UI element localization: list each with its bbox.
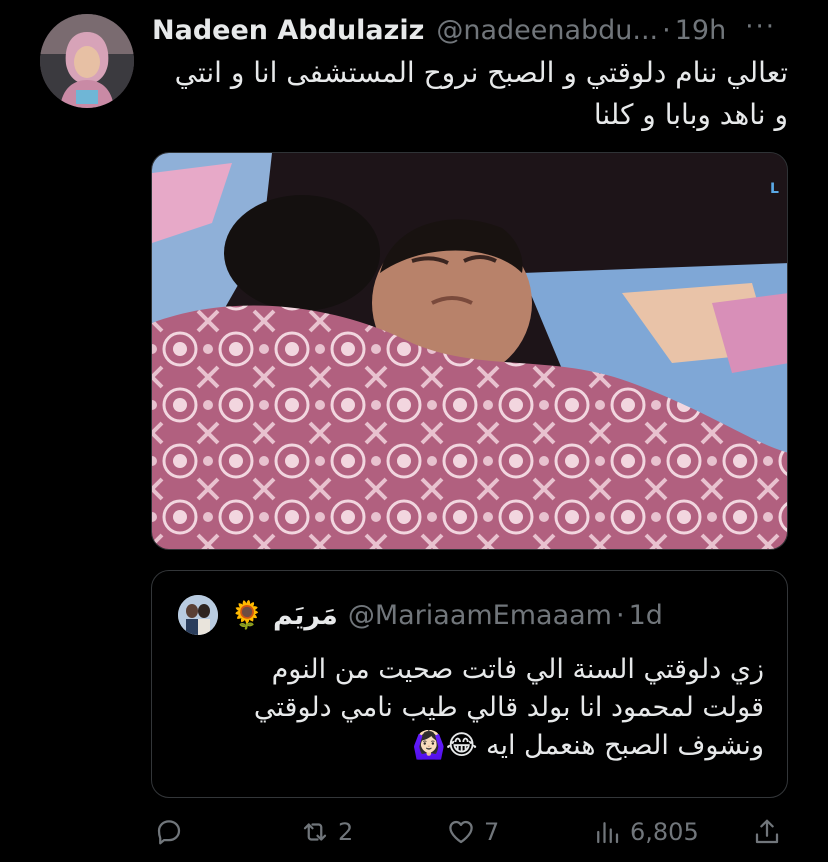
quoted-text-line: ونشوف الصبح هنعمل ايه 😂🙆🏻‍♀️ xyxy=(412,730,764,761)
quoted-tweet[interactable]: مَريَم 🌻 @MariaamEmaaam · 1d زي دلوقتي ا… xyxy=(151,570,788,798)
quoted-text-line: قولت لمحمود انا بولد قالي طيب نامي دلوقت… xyxy=(253,692,764,723)
media-image-svg: L xyxy=(152,153,787,549)
quoted-author-name[interactable]: مَريَم 🌻 xyxy=(230,599,338,631)
more-options-icon[interactable]: ··· xyxy=(745,12,776,42)
quoted-author-handle[interactable]: @MariaamEmaaam xyxy=(348,600,612,631)
tweet[interactable]: Nadeen Abdulaziz @nadeenabdu... · 19h ··… xyxy=(0,0,828,862)
retweet-count: 2 xyxy=(338,818,354,846)
tweet-text-line: و ناهد وبابا و كلنا xyxy=(593,98,788,131)
author-name[interactable]: Nadeen Abdulaziz xyxy=(152,15,424,46)
like-button[interactable]: 7 xyxy=(446,812,499,852)
author-avatar[interactable] xyxy=(40,14,134,108)
like-count: 7 xyxy=(484,818,500,846)
tweet-text-line: تعالي ننام دلوقتي و الصبح نروح المستشفى … xyxy=(174,56,788,89)
tweet-text: تعالي ننام دلوقتي و الصبح نروح المستشفى … xyxy=(152,52,788,136)
quoted-tweet-header: مَريَم 🌻 @MariaamEmaaam · 1d xyxy=(178,595,663,635)
tweet-actions-bar: 2 7 6,805 xyxy=(152,812,792,852)
quoted-tweet-text: زي دلوقتي السنة الي فاتت صحيت من النوم ق… xyxy=(176,651,764,765)
author-handle[interactable]: @nadeenabdu... xyxy=(436,15,658,46)
retweet-button[interactable]: 2 xyxy=(300,812,353,852)
separator-dot: · xyxy=(662,14,671,46)
separator-dot: · xyxy=(615,599,625,631)
views-bar-chart-icon xyxy=(597,822,619,844)
reply-icon xyxy=(157,820,181,845)
tweet-header: Nadeen Abdulaziz @nadeenabdu... · 19h ··… xyxy=(152,12,792,48)
retweet-icon xyxy=(303,823,327,841)
quoted-timestamp[interactable]: 1d xyxy=(629,600,663,631)
share-icon xyxy=(755,819,779,844)
reply-button[interactable] xyxy=(154,812,184,852)
tweet-timestamp[interactable]: 19h xyxy=(675,15,726,46)
svg-text:L: L xyxy=(770,181,779,197)
tweet-media-image[interactable]: L xyxy=(151,152,788,550)
quoted-author-avatar[interactable] xyxy=(178,595,218,635)
heart-icon xyxy=(449,820,473,844)
share-button[interactable] xyxy=(752,812,782,852)
views-button[interactable]: 6,805 xyxy=(592,812,699,852)
views-count: 6,805 xyxy=(630,818,699,846)
quoted-text-line: زي دلوقتي السنة الي فاتت صحيت من النوم xyxy=(271,654,764,685)
